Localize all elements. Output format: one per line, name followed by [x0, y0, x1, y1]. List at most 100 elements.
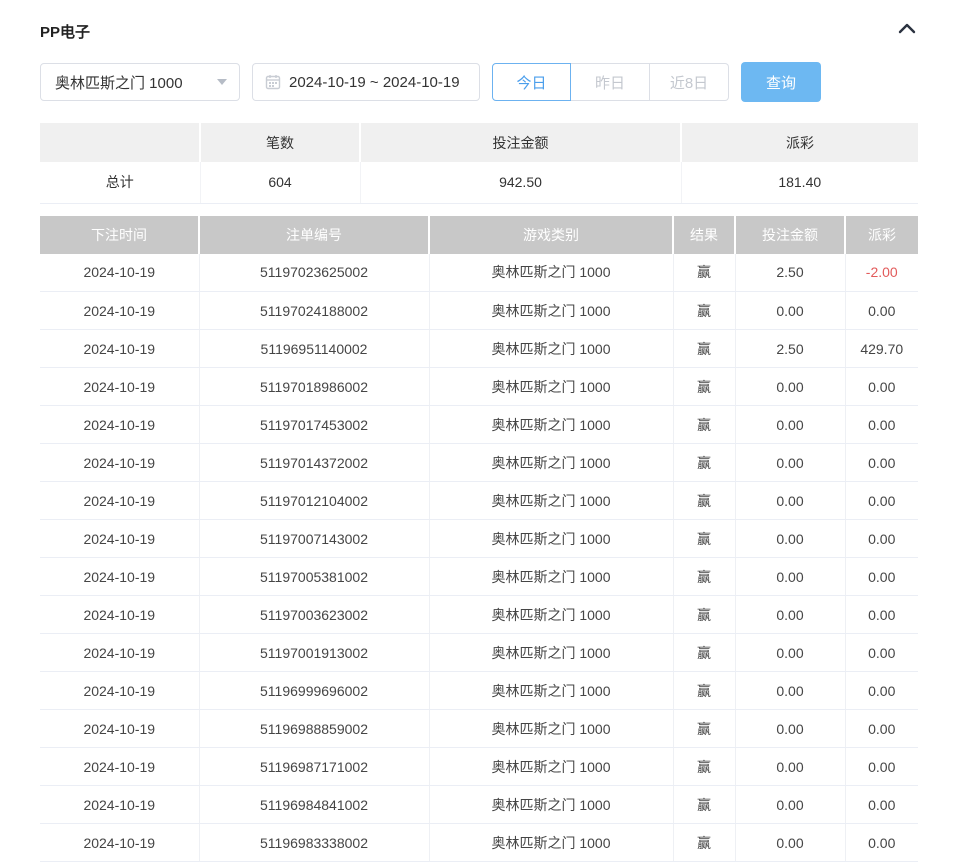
cell-result: 赢: [673, 330, 735, 368]
cell-payout: 0.00: [845, 406, 918, 444]
cell-bet-time: 2024-10-19: [40, 748, 199, 786]
cell-payout: 0.00: [845, 634, 918, 672]
cell-bet-amount: 0.00: [735, 748, 845, 786]
cell-bet-time: 2024-10-19: [40, 710, 199, 748]
cell-payout: 0.00: [845, 558, 918, 596]
cell-payout: 0.00: [845, 748, 918, 786]
col-order-no: 注单编号: [199, 216, 429, 254]
today-button[interactable]: 今日: [492, 63, 571, 101]
calendar-icon: [265, 74, 281, 90]
table-row: 2024-10-1951197003623002奥林匹斯之门 1000赢0.00…: [40, 596, 918, 634]
summary-col-count: 笔数: [200, 123, 360, 162]
cell-order-no: 51196984841002: [199, 786, 429, 824]
cell-game-type: 奥林匹斯之门 1000: [429, 292, 673, 330]
cell-bet-amount: 0.00: [735, 292, 845, 330]
cell-bet-time: 2024-10-19: [40, 672, 199, 710]
cell-bet-amount: 0.00: [735, 520, 845, 558]
cell-game-type: 奥林匹斯之门 1000: [429, 368, 673, 406]
cell-bet-time: 2024-10-19: [40, 520, 199, 558]
cell-payout: -2.00: [845, 254, 918, 292]
records-body: 2024-10-1951197023625002奥林匹斯之门 1000赢2.50…: [40, 254, 918, 862]
records-header-row: 下注时间 注单编号 游戏类别 结果 投注金额 派彩: [40, 216, 918, 254]
records-table: 下注时间 注单编号 游戏类别 结果 投注金额 派彩 2024-10-195119…: [40, 216, 918, 862]
cell-bet-time: 2024-10-19: [40, 786, 199, 824]
cell-game-type: 奥林匹斯之门 1000: [429, 710, 673, 748]
cell-game-type: 奥林匹斯之门 1000: [429, 634, 673, 672]
cell-order-no: 51197024188002: [199, 292, 429, 330]
table-row: 2024-10-1951197018986002奥林匹斯之门 1000赢 0.00…: [40, 368, 918, 406]
cell-game-type: 奥林匹斯之门 1000: [429, 672, 673, 710]
collapse-panel-button[interactable]: [896, 20, 918, 42]
table-row: 2024-10-1951196988859002奥林匹斯之门 1000赢 0.00…: [40, 710, 918, 748]
table-row: 2024-10-1951196984841002奥林匹斯之门 1000赢0.00…: [40, 786, 918, 824]
cell-bet-amount: 0.00: [735, 786, 845, 824]
cell-game-type: 奥林匹斯之门 1000: [429, 558, 673, 596]
summary-table: 笔数 投注金额 派彩 总计 604 942.50 181.40: [40, 123, 918, 204]
summary-header-row: 笔数 投注金额 派彩: [40, 123, 918, 162]
cell-order-no: 51197003623002: [199, 596, 429, 634]
cell-result: 赢: [673, 368, 735, 406]
summary-total-label: 总计: [40, 162, 200, 203]
table-row: 2024-10-1951197017453002奥林匹斯之门 1000赢0.00…: [40, 406, 918, 444]
cell-bet-amount: 0.00: [735, 406, 845, 444]
cell-bet-time: 2024-10-19: [40, 368, 199, 406]
cell-payout: 0.00: [845, 672, 918, 710]
cell-payout: 0.00: [845, 292, 918, 330]
cell-game-type: 奥林匹斯之门 1000: [429, 786, 673, 824]
cell-bet-amount: 2.50: [735, 254, 845, 292]
cell-game-type: 奥林匹斯之门 1000: [429, 596, 673, 634]
cell-result: 赢: [673, 672, 735, 710]
cell-bet-time: 2024-10-19: [40, 444, 199, 482]
chevron-up-icon: [898, 22, 916, 40]
filter-controls: 奥林匹斯之门 1000 2024-10-19 ~ 2024-10-19: [40, 62, 918, 102]
cell-result: 赢: [673, 520, 735, 558]
cell-result: 赢: [673, 406, 735, 444]
cell-result: 赢: [673, 710, 735, 748]
table-row: 2024-10-1951197014372002奥林匹斯之门 1000赢0.00…: [40, 444, 918, 482]
cell-payout: 0.00: [845, 368, 918, 406]
cell-bet-time: 2024-10-19: [40, 292, 199, 330]
table-row: 2024-10-1951197007143002奥林匹斯之门 1000赢0.00…: [40, 520, 918, 558]
cell-order-no: 51197007143002: [199, 520, 429, 558]
panel-header: PP电子: [40, 20, 918, 42]
cell-payout: 0.00: [845, 482, 918, 520]
col-result: 结果: [673, 216, 735, 254]
cell-order-no: 51197014372002: [199, 444, 429, 482]
table-row: 2024-10-1951197024188002奥林匹斯之门 1000赢0.00…: [40, 292, 918, 330]
cell-payout: 0.00: [845, 520, 918, 558]
page-title: PP电子: [40, 21, 90, 42]
cell-game-type: 奥林匹斯之门 1000: [429, 482, 673, 520]
cell-order-no: 51196951140002: [199, 330, 429, 368]
cell-payout: 0.00: [845, 710, 918, 748]
summary-total-row: 总计 604 942.50 181.40: [40, 162, 918, 203]
cell-order-no: 51196988859002: [199, 710, 429, 748]
cell-bet-time: 2024-10-19: [40, 406, 199, 444]
col-bet-time: 下注时间: [40, 216, 199, 254]
cell-payout: 0.00: [845, 596, 918, 634]
cell-payout: 429.70: [845, 330, 918, 368]
cell-bet-amount: 0.00: [735, 672, 845, 710]
yesterday-button[interactable]: 昨日: [571, 63, 650, 101]
cell-bet-amount: 2.50: [735, 330, 845, 368]
date-range-picker[interactable]: 2024-10-19 ~ 2024-10-19: [252, 63, 480, 101]
col-game-type: 游戏类别: [429, 216, 673, 254]
cell-result: 赢: [673, 292, 735, 330]
cell-game-type: 奥林匹斯之门 1000: [429, 444, 673, 482]
game-select[interactable]: 奥林匹斯之门 1000: [40, 63, 240, 101]
cell-order-no: 51197012104002: [199, 482, 429, 520]
cell-result: 赢: [673, 748, 735, 786]
cell-bet-amount: 0.00: [735, 634, 845, 672]
cell-payout: 0.00: [845, 444, 918, 482]
col-bet-amount: 投注金额: [735, 216, 845, 254]
col-payout: 派彩: [845, 216, 918, 254]
summary-total-bet-amount: 942.50: [360, 162, 681, 203]
cell-bet-time: 2024-10-19: [40, 482, 199, 520]
last-8-days-button[interactable]: 近8日: [650, 63, 729, 101]
cell-bet-amount: 0.00: [735, 444, 845, 482]
cell-order-no: 51197018986002: [199, 368, 429, 406]
cell-bet-time: 2024-10-19: [40, 634, 199, 672]
query-button[interactable]: 查询: [741, 62, 821, 102]
table-row: 2024-10-1951196987171002奥林匹斯之门 1000赢0.00…: [40, 748, 918, 786]
table-row: 2024-10-1951197005381002奥林匹斯之门 1000赢0.00…: [40, 558, 918, 596]
cell-bet-time: 2024-10-19: [40, 558, 199, 596]
